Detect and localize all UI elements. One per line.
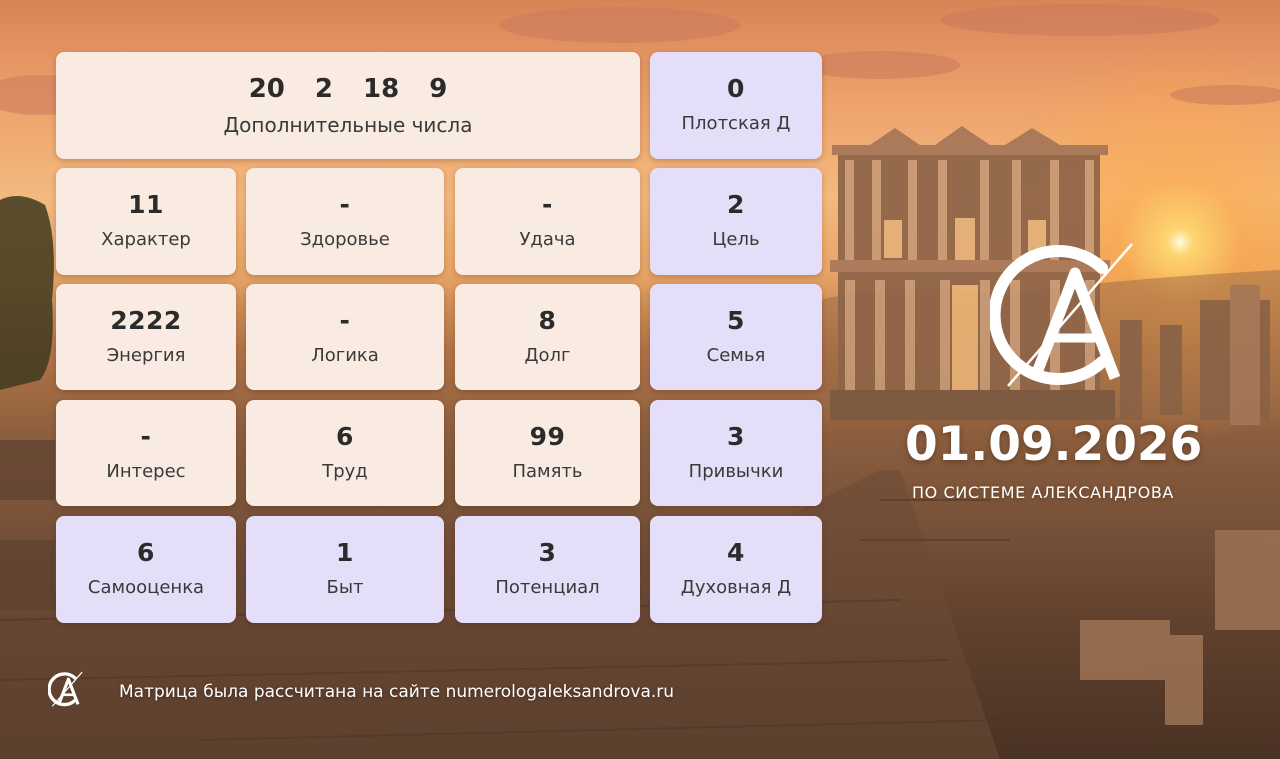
card-label: Духовная Д <box>680 577 792 598</box>
card-potentsial: 3 Потенциал <box>455 516 640 623</box>
card-value: 4 <box>727 538 745 567</box>
card-value: - <box>140 422 152 451</box>
extra-numbers-card: 20 2 18 9 Дополнительные числа <box>56 52 640 159</box>
ca-monogram-icon <box>990 243 1133 387</box>
card-trud: 6 Труд <box>246 400 444 506</box>
card-value: 8 <box>538 306 557 335</box>
card-zdorovye: - Здоровье <box>246 168 444 275</box>
card-value: 2 <box>727 190 745 219</box>
card-value: 3 <box>538 538 557 567</box>
extra-number: 18 <box>363 74 400 104</box>
card-label: Потенциал <box>495 577 600 598</box>
card-logika: - Логика <box>246 284 444 390</box>
card-label: Привычки <box>688 461 784 482</box>
card-semya: 5 Семья <box>650 284 822 390</box>
ca-monogram-icon <box>48 671 83 707</box>
card-plotskaya: 0 Плотская Д <box>650 52 822 159</box>
card-value: 99 <box>529 422 566 451</box>
card-label: Интерес <box>106 461 186 482</box>
card-byt: 1 Быт <box>246 516 444 623</box>
extra-number: 2 <box>314 74 333 104</box>
extra-number: 9 <box>429 74 448 104</box>
card-label: Цель <box>712 229 760 250</box>
card-label: Быт <box>326 577 364 598</box>
card-value: 6 <box>137 538 155 567</box>
extra-numbers-label: Дополнительные числа <box>223 113 473 137</box>
card-pamyat: 99 Память <box>455 400 640 506</box>
card-udacha: - Удача <box>455 168 640 275</box>
card-harakter: 11 Характер <box>56 168 236 275</box>
card-duhovnaya: 4 Духовная Д <box>650 516 822 623</box>
card-label: Труд <box>322 461 368 482</box>
card-label: Логика <box>311 345 379 366</box>
card-dolg: 8 Долг <box>455 284 640 390</box>
card-value: 3 <box>727 422 745 451</box>
card-energiya: 2222 Энергия <box>56 284 236 390</box>
card-label: Характер <box>101 229 191 250</box>
extra-numbers-row: 20 2 18 9 <box>56 73 640 105</box>
footer-site-note: Матрица была рассчитана на сайте numerol… <box>119 682 675 702</box>
extra-number: 20 <box>248 74 285 104</box>
card-label: Самооценка <box>87 577 205 598</box>
brand-subtitle: ПО СИСТЕМЕ АЛЕКСАНДРОВА <box>912 483 1174 502</box>
card-label: Память <box>512 461 583 482</box>
card-label: Долг <box>524 345 571 366</box>
card-value: 2222 <box>110 306 182 335</box>
card-value: 1 <box>336 538 354 567</box>
card-label: Плотская Д <box>681 113 791 134</box>
card-value: 6 <box>336 422 354 451</box>
brand-date: 01.09.2026 <box>905 417 1203 472</box>
card-label: Удача <box>519 229 576 250</box>
card-value: 0 <box>727 74 745 103</box>
card-value: - <box>542 190 553 219</box>
card-value: 11 <box>128 190 164 219</box>
card-value: - <box>339 306 351 335</box>
card-value: - <box>339 190 351 219</box>
card-value: 5 <box>727 306 745 335</box>
card-label: Энергия <box>106 345 186 366</box>
card-privychki: 3 Привычки <box>650 400 822 506</box>
card-interes: - Интерес <box>56 400 236 506</box>
card-label: Семья <box>706 345 766 366</box>
card-label: Здоровье <box>300 229 390 250</box>
card-tsel: 2 Цель <box>650 168 822 275</box>
card-samootsenka: 6 Самооценка <box>56 516 236 623</box>
